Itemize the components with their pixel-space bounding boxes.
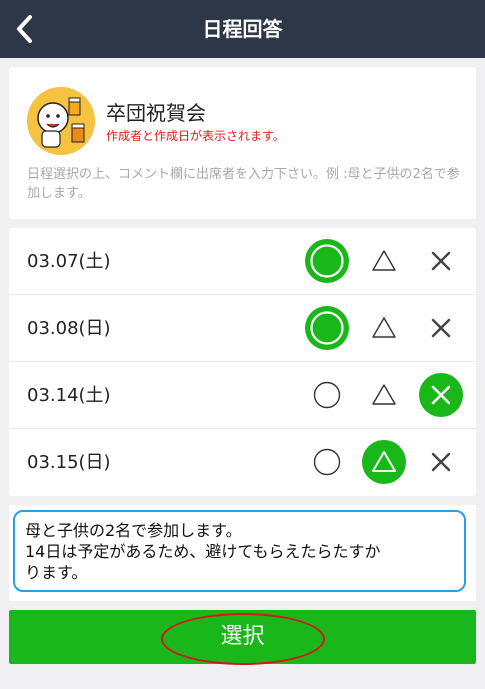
date-label: 03.14(土) <box>27 385 111 406</box>
cross-option[interactable] <box>419 306 463 350</box>
comment-line: ります。 <box>25 563 88 582</box>
app-header: 日程回答 <box>0 0 485 58</box>
page-title: 日程回答 <box>202 17 283 41</box>
triangle-icon <box>372 250 396 271</box>
cross-icon <box>431 452 451 472</box>
triangle-option[interactable] <box>362 239 406 283</box>
date-row: 03.08(日) <box>9 295 476 362</box>
event-title: 卒団祝賀会 <box>106 101 206 125</box>
triangle-icon <box>372 384 396 405</box>
comment-line: 母と子供の2名で参加します。 <box>25 521 242 540</box>
cross-option[interactable] <box>419 440 463 484</box>
date-list: 03.07(土) 03.08(日) 03.14(土) 03.15(日) <box>9 228 476 496</box>
creator-note: 作成者と作成日が表示されます。 <box>106 129 285 143</box>
comment-line: 14日は予定があるため、避けてもらえたらたすか <box>25 542 381 561</box>
avatar <box>27 87 95 155</box>
triangle-option-selected[interactable] <box>362 440 406 484</box>
annotation-ellipse <box>161 613 325 665</box>
cross-icon <box>431 385 451 405</box>
circle-option[interactable] <box>305 440 349 484</box>
cross-option[interactable] <box>419 239 463 283</box>
triangle-option[interactable] <box>362 306 406 350</box>
date-row: 03.14(土) <box>9 362 476 429</box>
date-label: 03.07(土) <box>27 251 111 272</box>
triangle-icon <box>372 451 396 472</box>
cross-icon <box>431 251 451 271</box>
circle-icon <box>313 381 341 409</box>
event-card: 卒団祝賀会 作成者と作成日が表示されます。 日程選択の上、コメント欄に出席者を入… <box>9 67 476 219</box>
character-with-beer-avatar <box>27 87 95 155</box>
triangle-icon <box>372 317 396 338</box>
circle-option-selected[interactable] <box>305 306 349 350</box>
cross-icon <box>431 318 451 338</box>
cross-option-selected[interactable] <box>419 373 463 417</box>
date-row: 03.15(日) <box>9 429 476 496</box>
event-description: 日程選択の上、コメント欄に出席者を入力下さい。例 :母と子供の2名で参加します。 <box>27 167 460 201</box>
circle-option-selected[interactable] <box>305 239 349 283</box>
circle-icon <box>313 448 341 476</box>
date-label: 03.08(日) <box>27 318 111 339</box>
date-label: 03.15(日) <box>27 452 111 473</box>
comment-field[interactable]: 母と子供の2名で参加します。 14日は予定があるため、避けてもらえたらたすか り… <box>13 510 466 592</box>
circle-icon <box>310 311 344 345</box>
comment-section: 母と子供の2名で参加します。 14日は予定があるため、避けてもらえたらたすか り… <box>9 505 476 601</box>
date-row: 03.07(土) <box>9 228 476 295</box>
circle-option[interactable] <box>305 373 349 417</box>
circle-icon <box>310 244 344 278</box>
triangle-option[interactable] <box>362 373 406 417</box>
